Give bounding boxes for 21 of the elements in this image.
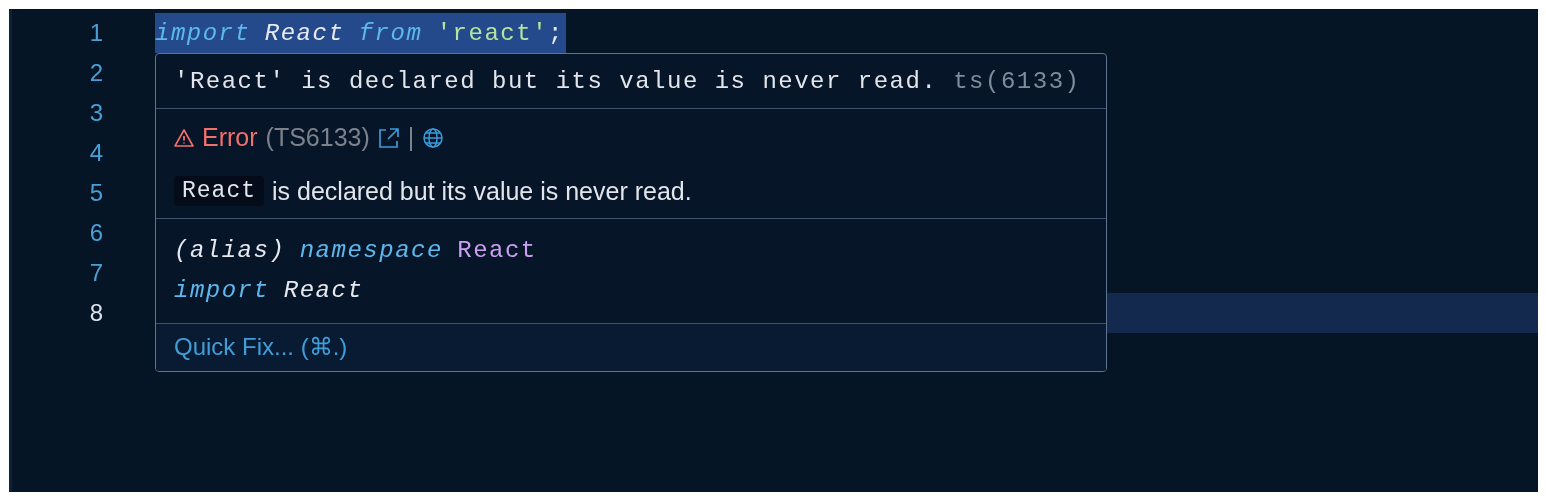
line-number: 8: [88, 299, 103, 327]
error-label: Error: [202, 123, 258, 152]
line-number: 4: [88, 139, 103, 167]
signature-line: (alias) namespace React: [174, 236, 538, 266]
quick-fix-link[interactable]: Quick Fix... (⌘.): [174, 333, 348, 360]
diagnostic-message: 'React' is declared but its value is never read. ts(6133): [174, 68, 1081, 95]
signature-line: import React: [174, 276, 365, 306]
line-number: 5: [88, 179, 103, 207]
code-editor[interactable]: [9, 9, 1538, 492]
inline-code: React: [174, 176, 264, 206]
external-link-icon[interactable]: [377, 126, 400, 149]
separator: |: [407, 123, 415, 152]
warning-icon: [174, 127, 194, 148]
line-number: 3: [88, 99, 103, 127]
globe-icon[interactable]: [422, 126, 445, 149]
description-text: is declared but its value is never read.: [272, 176, 692, 206]
error-code: (TS6133): [265, 123, 370, 152]
line-number: 6: [88, 219, 103, 247]
line-number: 2: [88, 59, 103, 87]
line-number: 7: [88, 259, 103, 287]
line-number: 1: [88, 19, 103, 47]
